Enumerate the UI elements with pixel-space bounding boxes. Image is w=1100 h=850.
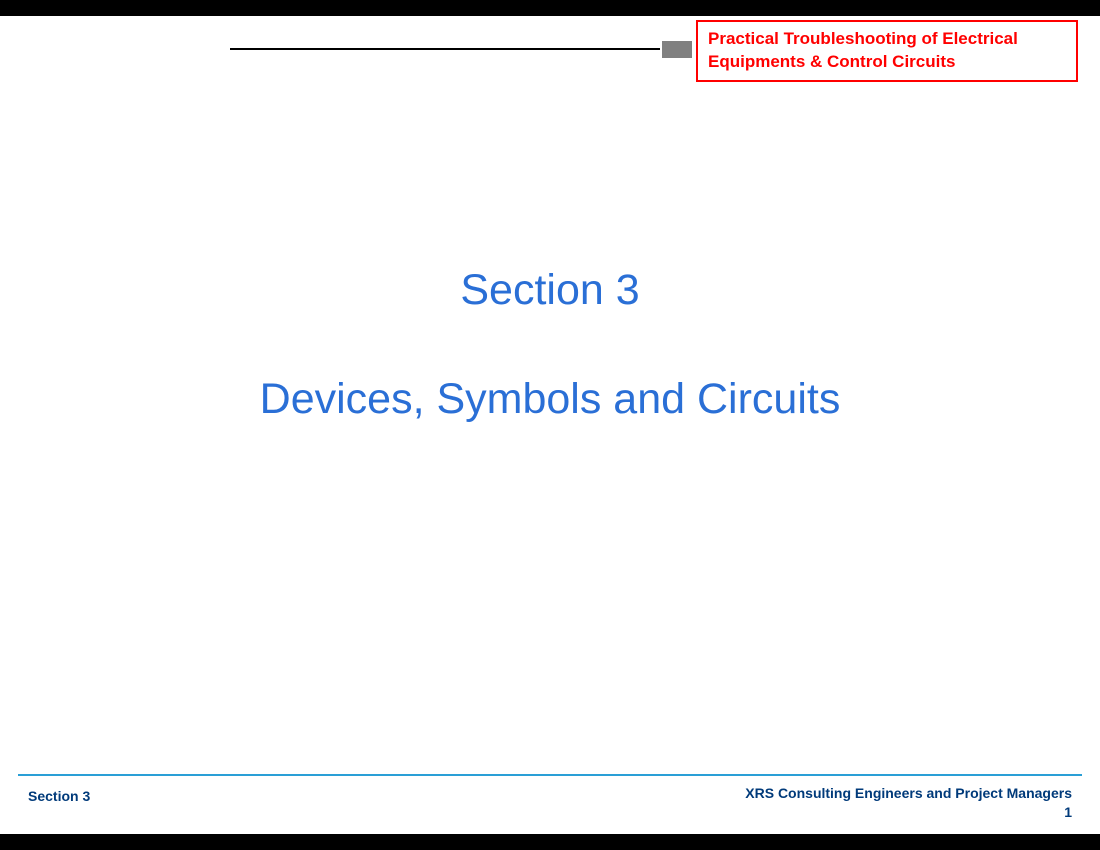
course-title-text: Practical Troubleshooting of Electrical … (708, 28, 1066, 74)
footer-section-label: Section 3 (28, 788, 90, 804)
header-divider-line (230, 48, 660, 50)
footer-org-and-page: XRS Consulting Engineers and Project Man… (742, 784, 1072, 822)
main-content: Section 3 Devices, Symbols and Circuits (0, 266, 1100, 424)
course-title-box: Practical Troubleshooting of Electrical … (696, 20, 1078, 82)
section-title: Devices, Symbols and Circuits (0, 375, 1100, 424)
header-decorative-square (662, 41, 692, 58)
footer-divider-line (18, 774, 1082, 776)
slide: Practical Troubleshooting of Electrical … (0, 16, 1100, 834)
section-label: Section 3 (0, 266, 1100, 315)
